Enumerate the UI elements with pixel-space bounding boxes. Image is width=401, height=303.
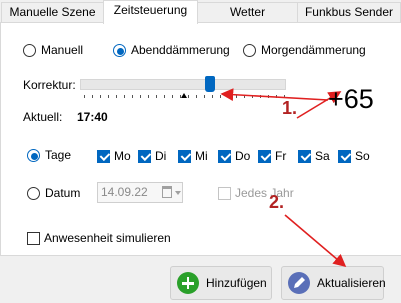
arrow-2-to-update — [284, 214, 347, 268]
arrow-1-to-slider — [220, 88, 329, 102]
annotation-arrows — [220, 88, 347, 268]
annotation-2: 2. — [269, 192, 285, 212]
annotation-1: 1. — [282, 98, 298, 118]
tab-zeitsteuerung[interactable]: Zeitsteuerung — [103, 0, 198, 24]
korrektur-value: +65 — [328, 84, 374, 114]
